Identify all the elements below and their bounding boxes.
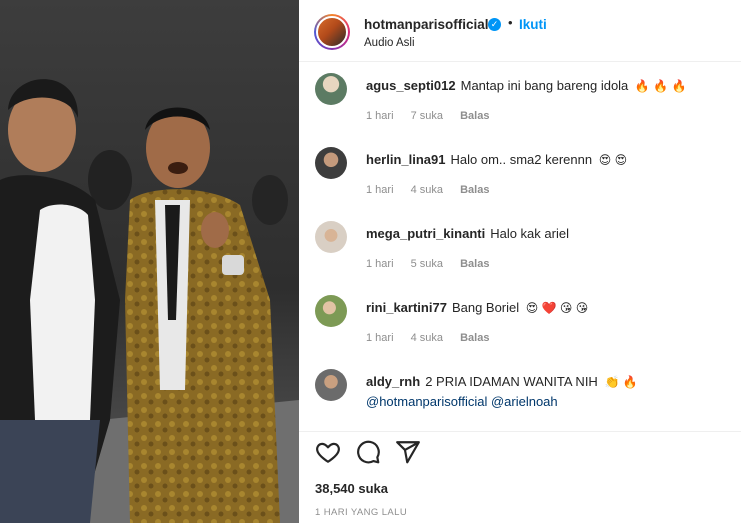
comment-time: 1 hari [366,184,394,196]
audio-label[interactable]: Audio Asli [364,37,415,49]
reply-button[interactable]: Balas [460,184,489,196]
commenter-username[interactable]: herlin_lina91 [366,152,445,167]
comment-likes[interactable]: 4 suka [411,184,443,196]
comment-body: Bang Boriel [451,300,520,315]
separator-dot: • [508,15,513,30]
comment-text: herlin_lina91 Halo om.. sma2 kerennn 😍 😍 [366,150,726,170]
comment-time: 1 hari [366,332,394,344]
comment-icon[interactable] [355,439,381,465]
comment-likes[interactable]: 7 suka [411,110,443,122]
comment-meta: 1 hari 5 suka Balas [366,258,503,270]
commenter-username[interactable]: agus_septi012 [366,78,456,93]
comment-body: Halo om.. sma2 kerennn [450,152,593,167]
post-header: hotmanparisofficial ✓ • Ikuti Audio Asli [299,0,741,62]
comment-text: aldy_rnh 2 PRIA IDAMAN WANITA NIH 👏 🔥 @ho… [366,372,726,411]
comment-mentions[interactable]: @hotmanparisofficial @arielnoah [366,394,558,409]
comment-time: 1 hari [366,258,394,270]
clap-emoji-icon: 👏 🔥 [604,375,638,389]
comment-meta: 1 hari 4 suka Balas [366,332,503,344]
comment-item: mega_putri_kinanti Halo kak ariel 1 hari … [299,211,741,285]
comment-likes[interactable]: 5 suka [411,258,443,270]
reply-button[interactable]: Balas [460,258,489,270]
video-frame [0,0,299,523]
comments-list[interactable]: agus_septi012 Mantap ini bang bareng idol… [299,63,741,431]
comment-meta: 1 hari 4 suka Balas [366,184,503,196]
comment-body: Mantap ini bang bareng idola [460,78,629,93]
fire-emoji-icon: 🔥 🔥 🔥 [634,79,687,93]
comment-time: 1 hari [366,110,394,122]
verified-badge-icon: ✓ [488,18,501,31]
post-video[interactable] [0,0,299,523]
comment-meta: 1 hari 7 suka Balas [366,110,503,122]
reply-button[interactable]: Balas [460,110,489,122]
commenter-avatar[interactable] [315,221,347,253]
author-username[interactable]: hotmanparisofficial [364,17,489,32]
commenter-username[interactable]: aldy_rnh [366,374,420,389]
commenter-avatar[interactable] [315,73,347,105]
comment-body: Halo kak ariel [490,226,569,241]
comment-text: mega_putri_kinanti Halo kak ariel [366,224,726,243]
comment-item: herlin_lina91 Halo om.. sma2 kerennn 😍 😍 … [299,137,741,211]
love-emoji-icon: 😍 ❤️ 😘 😘 [525,301,589,315]
share-icon[interactable] [395,439,421,465]
comment-body: 2 PRIA IDAMAN WANITA NIH [425,374,598,389]
reply-button[interactable]: Balas [460,332,489,344]
comment-text: rini_kartini77 Bang Boriel 😍 ❤️ 😘 😘 [366,298,726,318]
comment-likes[interactable]: 4 suka [411,332,443,344]
comment-text: agus_septi012 Mantap ini bang bareng idol… [366,76,726,96]
comment-item: rini_kartini77 Bang Boriel 😍 ❤️ 😘 😘 1 har… [299,285,741,359]
author-avatar[interactable] [314,14,350,50]
follow-button[interactable]: Ikuti [519,17,547,32]
commenter-avatar[interactable] [315,147,347,179]
commenter-username[interactable]: mega_putri_kinanti [366,226,485,241]
commenter-username[interactable]: rini_kartini77 [366,300,447,315]
commenter-avatar[interactable] [315,369,347,401]
post-side-panel: hotmanparisofficial ✓ • Ikuti Audio Asli… [299,0,741,523]
commenter-avatar[interactable] [315,295,347,327]
post-actions: 38,540 suka 1 HARI YANG LALU [299,431,741,523]
heart-eyes-emoji-icon: 😍 😍 [598,153,628,167]
heart-icon[interactable] [315,439,341,465]
comment-item: agus_septi012 Mantap ini bang bareng idol… [299,63,741,137]
likes-count[interactable]: 38,540 suka [315,481,388,496]
comment-item: aldy_rnh 2 PRIA IDAMAN WANITA NIH 👏 🔥 @ho… [299,359,741,431]
posted-time[interactable]: 1 HARI YANG LALU [315,507,407,518]
